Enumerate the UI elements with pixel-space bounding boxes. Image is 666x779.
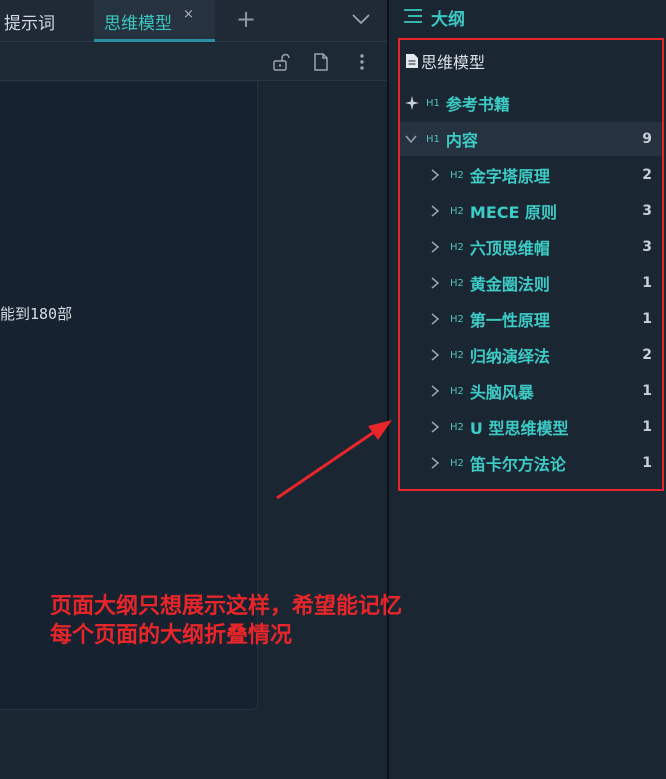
heading-level: H1 — [426, 133, 440, 145]
heading-level: H2 — [450, 169, 464, 181]
heading-level: H2 — [450, 313, 464, 325]
outline-item-count: 1 — [642, 311, 652, 327]
editor-toolbar — [0, 43, 388, 81]
tab-bar: 提示词 思维模型 × + — [0, 0, 388, 42]
outline-item-count: 3 — [642, 239, 652, 255]
editor-pane: 提示词 思维模型 × + 能到180部 — [0, 0, 388, 779]
outline-header: 大纲 — [389, 0, 666, 34]
outline-item-label: U 型思维模型 — [469, 419, 569, 438]
tab-label: 提示词 — [4, 13, 55, 34]
heading-level: H2 — [450, 421, 464, 433]
outline-item-mece[interactable]: H2 MECE 原则 3 — [400, 194, 662, 228]
heading-level: H2 — [450, 277, 464, 289]
heading-level: H2 — [450, 205, 464, 217]
outline-item-descartes[interactable]: H2 笛卡尔方法论 1 — [400, 446, 662, 480]
outline-document[interactable]: 思维模型 — [400, 44, 662, 78]
chevron-right-icon[interactable] — [430, 205, 440, 217]
chevron-right-icon[interactable] — [430, 385, 440, 397]
outline-item-content[interactable]: H1 内容 9 — [400, 122, 662, 156]
outline-item-u-model[interactable]: H2 U 型思维模型 1 — [400, 410, 662, 444]
outline-item-label: 金字塔原理 — [469, 167, 550, 186]
lock-open-icon[interactable] — [271, 52, 291, 72]
tab-thinking-models[interactable]: 思维模型 — [94, 0, 215, 42]
chevron-right-icon[interactable] — [430, 421, 440, 433]
outline-item-induction-deduction[interactable]: H2 归纳演绎法 2 — [400, 338, 662, 372]
outline-item-label: 六顶思维帽 — [469, 239, 550, 258]
annotation-line: 页面大纲只想展示这样，希望能记忆 — [50, 594, 403, 619]
outline-item-pyramid[interactable]: H2 金字塔原理 2 — [400, 158, 662, 192]
outline-highlight-box: 思维模型 H1 参考书籍 H1 内容 9 H2 金字塔原理 2 H2 MECE … — [398, 38, 664, 491]
outline-item-label: 参考书籍 — [445, 95, 510, 114]
chevron-down-icon[interactable] — [405, 134, 417, 144]
chevron-down-icon[interactable] — [350, 8, 372, 30]
outline-item-count: 1 — [642, 275, 652, 291]
outline-item-golden-circle[interactable]: H2 黄金圈法则 1 — [400, 266, 662, 300]
outline-item-count: 2 — [642, 167, 652, 183]
outline-item-count: 9 — [642, 131, 652, 147]
annotation-text: 页面大纲只想展示这样，希望能记忆 每个页面的大纲折叠情况 — [50, 592, 402, 650]
close-tab-icon[interactable]: × — [183, 7, 194, 22]
tab-label: 思维模型 — [104, 13, 172, 34]
outline-item-count: 1 — [642, 455, 652, 471]
heading-level: H2 — [450, 241, 464, 253]
outline-item-label: 头脑风暴 — [469, 383, 534, 402]
outline-item-label: 归纳演绎法 — [469, 347, 550, 366]
active-tab-indicator — [94, 39, 215, 42]
add-tab-icon[interactable]: + — [236, 5, 256, 33]
outline-item-references[interactable]: H1 参考书籍 — [400, 86, 662, 120]
tab-prompts[interactable]: 提示词 — [0, 0, 92, 42]
outline-document-label: 思维模型 — [421, 53, 486, 72]
chevron-right-icon[interactable] — [430, 313, 440, 325]
chevron-right-icon[interactable] — [430, 169, 440, 181]
heading-level: H2 — [450, 457, 464, 469]
editor-text-fragment: 能到180部 — [0, 305, 73, 323]
list-icon — [404, 9, 422, 23]
app-window: 提示词 思维模型 × + 能到180部 大纲 思维模型 H1 参考书籍 H1 内… — [0, 0, 666, 779]
document-icon — [406, 54, 418, 68]
outline-item-six-hats[interactable]: H2 六顶思维帽 3 — [400, 230, 662, 264]
outline-item-count: 1 — [642, 419, 652, 435]
sparkle-icon — [405, 96, 419, 110]
outline-pane: 大纲 思维模型 H1 参考书籍 H1 内容 9 H2 金字塔原理 2 H2 ME… — [389, 0, 666, 779]
outline-item-count: 1 — [642, 383, 652, 399]
outline-item-label: MECE 原则 — [469, 203, 557, 222]
document-icon[interactable] — [311, 52, 331, 72]
chevron-right-icon[interactable] — [430, 241, 440, 253]
chevron-right-icon[interactable] — [430, 277, 440, 289]
outline-title: 大纲 — [431, 10, 465, 30]
outline-item-label: 第一性原理 — [469, 311, 550, 330]
heading-level: H1 — [426, 97, 440, 109]
outline-item-label: 内容 — [445, 131, 478, 150]
outline-item-label: 笛卡尔方法论 — [469, 455, 566, 474]
outline-item-first-principles[interactable]: H2 第一性原理 1 — [400, 302, 662, 336]
more-vertical-icon[interactable] — [352, 52, 372, 72]
outline-item-count: 3 — [642, 203, 652, 219]
outline-item-brainstorm[interactable]: H2 头脑风暴 1 — [400, 374, 662, 408]
heading-level: H2 — [450, 349, 464, 361]
outline-item-label: 黄金圈法则 — [469, 275, 550, 294]
chevron-right-icon[interactable] — [430, 457, 440, 469]
outline-item-count: 2 — [642, 347, 652, 363]
annotation-line: 每个页面的大纲折叠情况 — [50, 623, 293, 648]
heading-level: H2 — [450, 385, 464, 397]
chevron-right-icon[interactable] — [430, 349, 440, 361]
